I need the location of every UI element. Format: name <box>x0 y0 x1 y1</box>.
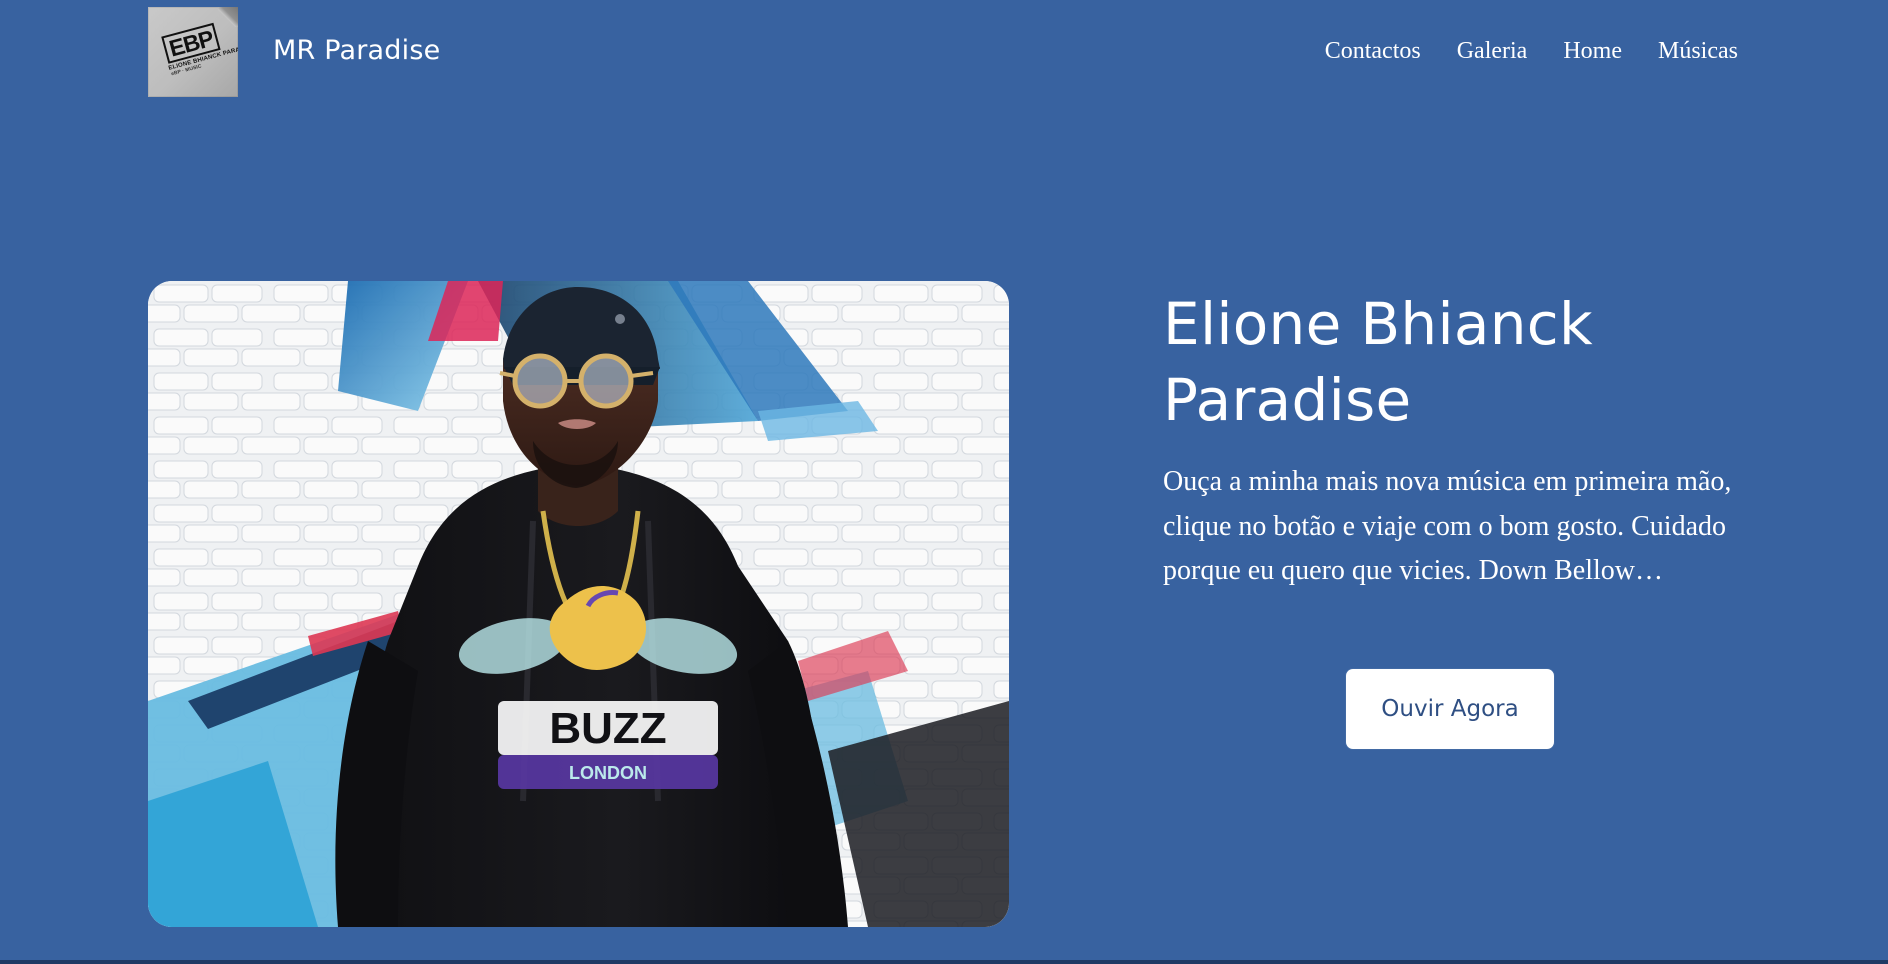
site-title[interactable]: MR Paradise <box>273 35 440 67</box>
page-bottom-border <box>0 960 1888 964</box>
site-header: EBP ELIONE BHIANCK PARADISE eBP · MUSIC … <box>0 0 1888 110</box>
nav-link-home[interactable]: Home <box>1563 37 1622 65</box>
hero-title: Elione Bhianck Paradise <box>1163 286 1723 438</box>
logo-mark: EBP ELIONE BHIANCK PARADISE eBP · MUSIC <box>159 22 238 80</box>
nav-link-contactos[interactable]: Contactos <box>1325 37 1421 65</box>
logo-fold-corner <box>218 7 238 27</box>
hero-title-line-2: Paradise <box>1163 366 1412 434</box>
hero-description: Ouça a minha mais nova música em primeir… <box>1163 466 1732 586</box>
nav-link-galeria[interactable]: Galeria <box>1457 37 1528 65</box>
listen-now-button[interactable]: Ouvir Agora <box>1346 669 1554 749</box>
nav-link-musicas[interactable]: Músicas <box>1658 37 1738 65</box>
hero-image: BUZZ LONDON <box>148 281 1009 927</box>
main-navigation: Contactos Galeria Home Músicas <box>1289 37 1738 65</box>
site-logo[interactable]: EBP ELIONE BHIANCK PARADISE eBP · MUSIC <box>148 7 238 97</box>
hero-title-line-1: Elione Bhianck <box>1163 290 1593 358</box>
artist-photo: BUZZ LONDON <box>148 281 1009 927</box>
